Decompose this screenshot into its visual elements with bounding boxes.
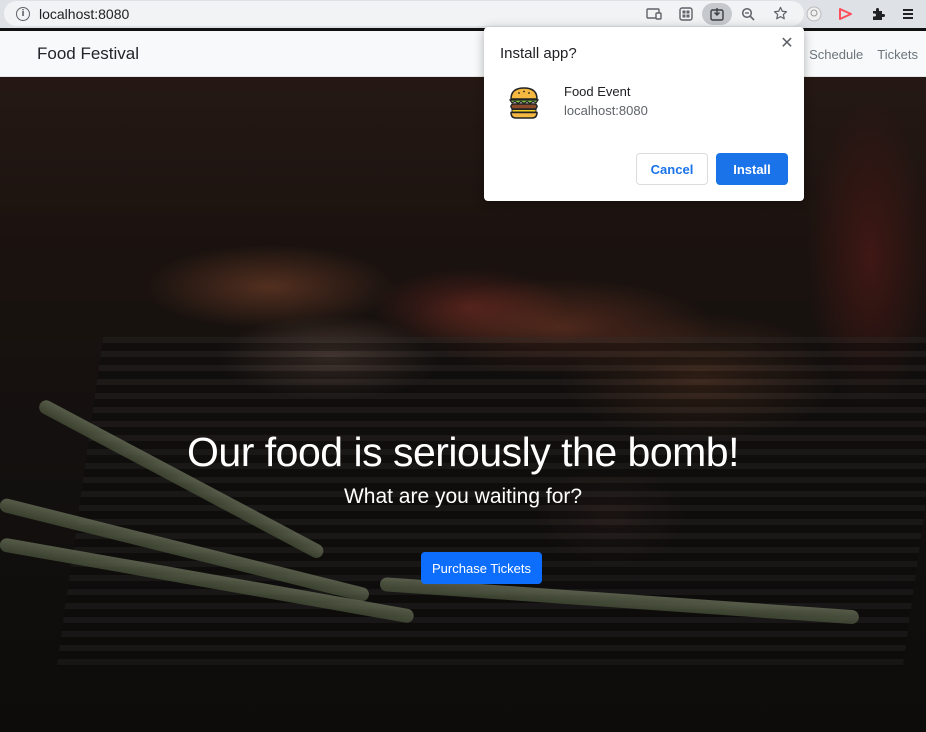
apps-icon[interactable] bbox=[670, 1, 702, 26]
hero-subtitle: What are you waiting for? bbox=[343, 485, 583, 508]
nav-links: Schedule Tickets bbox=[809, 47, 918, 62]
dialog-title: Install app? bbox=[500, 45, 577, 62]
app-name: Food Event bbox=[564, 84, 631, 99]
nav-link-schedule[interactable]: Schedule bbox=[809, 47, 863, 62]
site-info-icon[interactable]: i bbox=[16, 6, 30, 21]
url-text: localhost:8080 bbox=[39, 5, 130, 22]
bookmark-star-icon[interactable] bbox=[764, 1, 796, 26]
app-origin: localhost:8080 bbox=[564, 103, 648, 118]
install-app-dialog: Install app? ✕ Food Event localhost:8080… bbox=[484, 27, 804, 201]
hero-title: Our food is seriously the bomb! bbox=[187, 429, 739, 475]
install-app-icon[interactable] bbox=[702, 2, 732, 25]
install-button[interactable]: Install bbox=[716, 153, 788, 185]
puzzle-icon[interactable] bbox=[862, 0, 894, 28]
burger-icon bbox=[508, 85, 540, 125]
navbar-brand[interactable]: Food Festival bbox=[37, 44, 139, 64]
nav-link-tickets[interactable]: Tickets bbox=[877, 47, 918, 62]
zoom-icon[interactable] bbox=[732, 1, 764, 26]
cast-icon[interactable] bbox=[638, 1, 670, 26]
address-bar[interactable]: i localhost:8080 bbox=[4, 1, 804, 26]
menu-icon[interactable] bbox=[894, 0, 926, 28]
cancel-button[interactable]: Cancel bbox=[636, 153, 708, 185]
extension-avatar-icon[interactable] bbox=[798, 0, 830, 28]
extension-play-icon[interactable] bbox=[830, 0, 862, 28]
purchase-tickets-button[interactable]: Purchase Tickets bbox=[421, 552, 542, 584]
close-icon[interactable]: ✕ bbox=[778, 34, 796, 52]
browser-toolbar: i localhost:8080 bbox=[0, 0, 926, 28]
